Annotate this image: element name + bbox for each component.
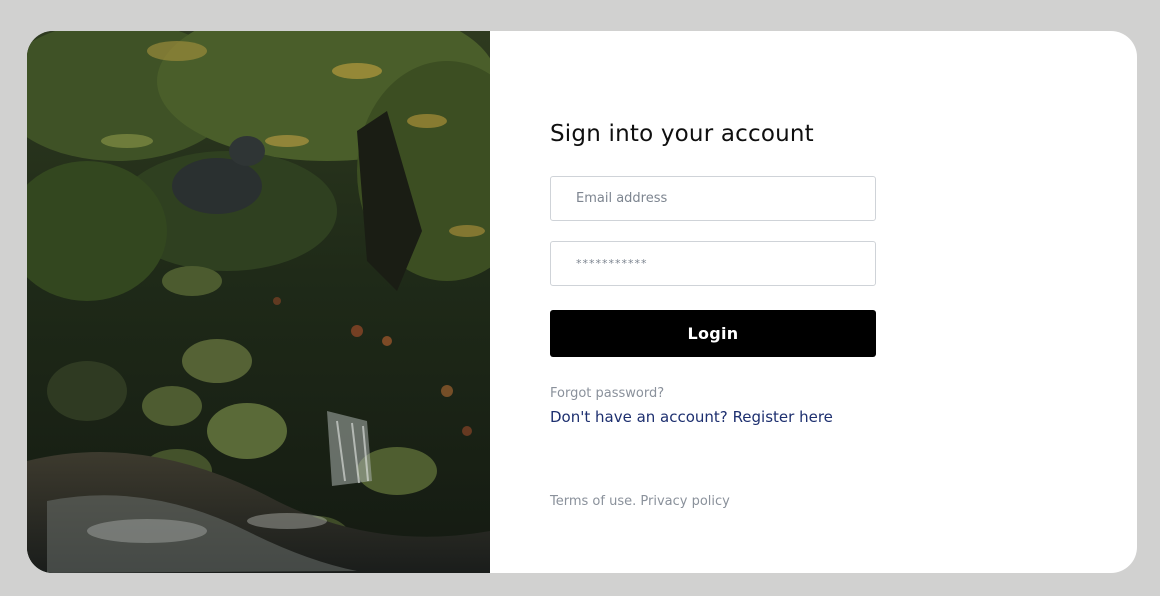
footer-links: Terms of use. Privacy policy [550, 494, 730, 509]
email-field[interactable] [550, 176, 876, 221]
register-link[interactable]: Register here [733, 408, 833, 426]
register-prefix: Don't have an account? [550, 408, 728, 426]
login-form: Sign into your account Login Forgot pass… [550, 31, 1110, 573]
forest-stream-photo [27, 31, 490, 573]
privacy-link[interactable]: Privacy policy [640, 494, 729, 509]
login-button[interactable]: Login [550, 310, 876, 357]
login-card: Sign into your account Login Forgot pass… [27, 31, 1137, 573]
register-prompt: Don't have an account? Register here [550, 408, 833, 426]
password-field[interactable] [550, 241, 876, 286]
terms-link[interactable]: Terms of use. [550, 494, 636, 509]
page-title: Sign into your account [550, 121, 814, 147]
forgot-password-link[interactable]: Forgot password? [550, 386, 664, 401]
